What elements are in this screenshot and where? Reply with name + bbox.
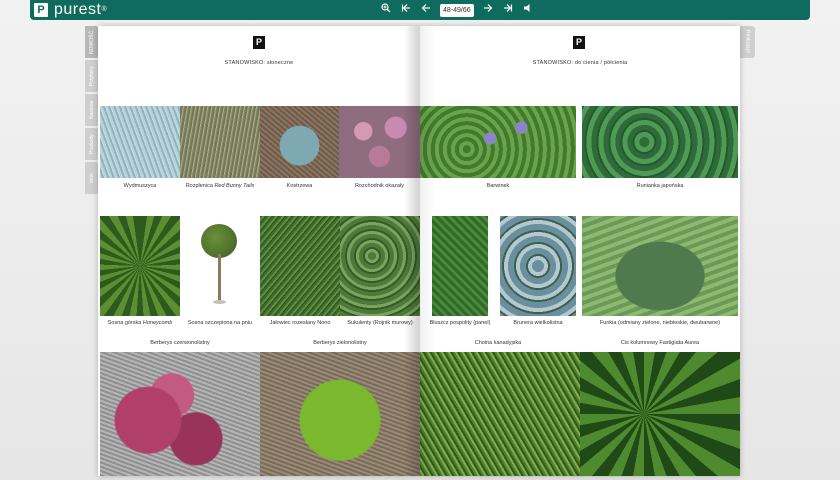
caption-funkia: Funkia (odmiany zielone, niebieskie, dwu…: [599, 320, 721, 326]
brand-mark-right: P: [573, 36, 585, 49]
side-tab-inne[interactable]: Inne: [85, 162, 99, 194]
side-tab-przybory[interactable]: Przybory: [85, 60, 99, 92]
page-controls: 48-49/66: [380, 3, 534, 17]
brand-mark-left: P: [253, 36, 265, 49]
photo-rozchodnik: [339, 106, 420, 178]
caption-rozplenica: Rozplenica Red Bunny Tails: [185, 183, 255, 189]
logo-text: purest®: [54, 1, 108, 18]
side-tab-nowosc[interactable]: NOWOŚĆ: [85, 26, 99, 58]
photo-berberys-czerwonolistny: [100, 352, 260, 476]
caption-rozchodnik: Rozchodnik okazały: [355, 183, 404, 189]
caption-wydmuszyca: Wydmuszyca: [123, 183, 157, 189]
tree-trunk-shape: [218, 254, 221, 302]
caption-choina: Choina kanadyjska: [474, 340, 522, 346]
caption-berberys-czerwonolistny: Berberys czerwonolistny: [150, 340, 210, 346]
caption-runianka: Runianka japońska: [636, 183, 684, 189]
catalog-spread: P STANOWISKO: słoneczne Wydmuszyca Rozpl…: [98, 26, 740, 476]
side-tab-realizacje[interactable]: Realizacje: [740, 26, 755, 58]
page-indicator[interactable]: 48-49/66: [440, 3, 474, 17]
caption-brunera: Brunera wielkolistna: [513, 320, 563, 326]
caption-kostrzewa: Kostrzewa: [286, 183, 313, 189]
first-page-icon[interactable]: [400, 3, 412, 17]
logo[interactable]: P purest®: [34, 2, 107, 18]
prev-page-icon[interactable]: [420, 3, 432, 17]
photo-cis: [580, 352, 740, 476]
photo-choina: [420, 352, 580, 476]
caption-barwinek: Barwinek: [486, 183, 510, 189]
photo-kostrzewa: [260, 106, 339, 178]
photo-sosna-gorska: [100, 216, 180, 316]
left-page-header: STANOWISKO: słoneczne: [224, 60, 294, 66]
photo-sukulenty: [340, 216, 420, 316]
side-tab-produkty[interactable]: Produkty: [85, 128, 99, 160]
photo-brunera: [500, 216, 576, 316]
caption-cis: Cis kolumnowy Fastigiata Aurea: [620, 340, 700, 346]
next-page-icon[interactable]: [482, 3, 494, 17]
last-page-icon[interactable]: [502, 3, 514, 17]
photo-rozplenica: [180, 106, 260, 178]
left-page[interactable]: P STANOWISKO: słoneczne Wydmuszyca Rozpl…: [98, 26, 420, 476]
side-tab-nasiona[interactable]: Nasiona: [85, 94, 99, 126]
right-page-header: STANOWISKO: do cienia / półcienia: [532, 60, 628, 66]
caption-sukulenty: Sukulenty (Rojnik murowy): [347, 320, 413, 326]
zoom-in-icon[interactable]: [380, 3, 392, 17]
tree-crown-shape: [201, 224, 237, 258]
photo-wydmuszyca: [100, 106, 180, 178]
sound-icon[interactable]: [522, 3, 534, 17]
caption-bluszcz: Bluszcz pospolity (panel): [429, 320, 491, 326]
caption-jalowiec: Jałowiec rozesłany Nono: [269, 320, 331, 326]
caption-sosna-gorska: Sosna górska Honeycomb: [107, 320, 173, 326]
photo-bluszcz: [432, 216, 488, 316]
top-toolbar: P purest® 48-49/66: [30, 0, 810, 20]
caption-sosna-szczepiona: Sosna szczepiona na pniu: [187, 320, 253, 326]
photo-sosna-szczepiona: [180, 216, 260, 316]
photo-berberys-zielonolistny: [260, 352, 420, 476]
right-page[interactable]: P STANOWISKO: do cienia / półcienia Barw…: [420, 26, 740, 476]
photo-funkia: [582, 216, 738, 316]
left-side-tabs: NOWOŚĆ Przybory Nasiona Produkty Inne: [85, 26, 99, 196]
logo-mark: P: [34, 3, 48, 17]
photo-jalowiec: [260, 216, 340, 316]
photo-runianka: [582, 106, 738, 178]
tree-base-shape: [213, 300, 226, 304]
photo-barwinek: [420, 106, 576, 178]
caption-berberys-zielonolistny: Berberys zielonolistny: [313, 340, 367, 346]
